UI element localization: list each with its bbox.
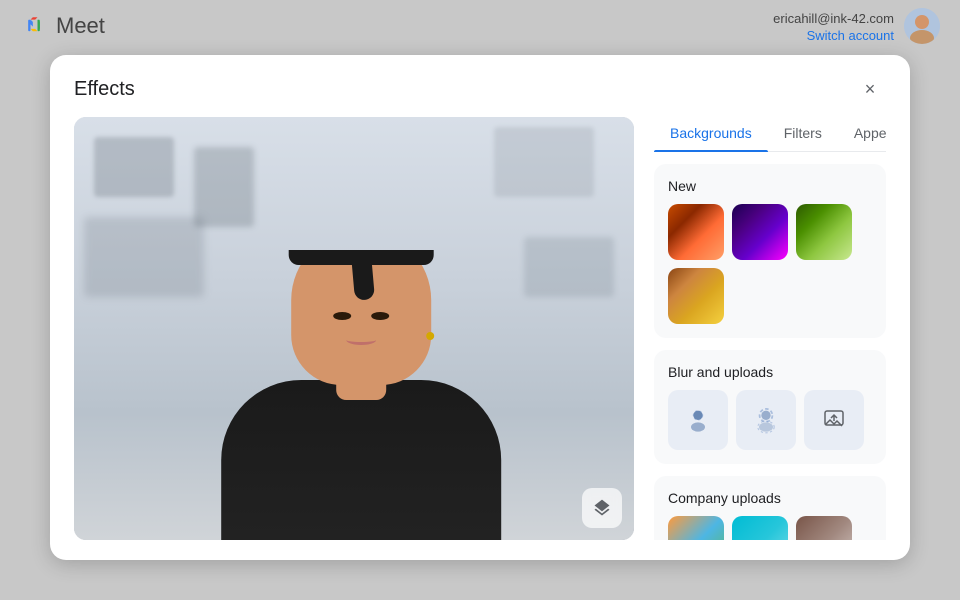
logo-area: Meet bbox=[20, 12, 105, 40]
close-button[interactable]: × bbox=[854, 73, 886, 105]
full-blur-button[interactable] bbox=[736, 390, 796, 450]
new-thumbnails bbox=[668, 204, 872, 324]
layers-icon bbox=[592, 498, 612, 518]
tab-filters[interactable]: Filters bbox=[768, 117, 838, 151]
person-in-preview bbox=[181, 250, 541, 540]
app-title: Meet bbox=[56, 13, 105, 39]
avatar-image bbox=[904, 8, 940, 44]
meet-logo-icon bbox=[20, 12, 48, 40]
tabs-bar: Backgrounds Filters Appearance bbox=[654, 117, 886, 152]
tab-backgrounds[interactable]: Backgrounds bbox=[654, 117, 768, 151]
account-area: ericahill@ink-42.com Switch account bbox=[773, 8, 940, 44]
new-bg-1[interactable] bbox=[668, 204, 724, 260]
company-bg-3[interactable] bbox=[796, 516, 852, 540]
avatar[interactable] bbox=[904, 8, 940, 44]
effects-modal: Effects × bbox=[50, 55, 910, 560]
modal-header: Effects × bbox=[50, 55, 910, 117]
upload-button[interactable] bbox=[804, 390, 864, 450]
new-section: New bbox=[654, 164, 886, 338]
modal-title: Effects bbox=[74, 78, 135, 101]
account-email: ericahill@ink-42.com bbox=[773, 11, 894, 26]
slight-blur-icon bbox=[684, 406, 712, 434]
switch-account-link[interactable]: Switch account bbox=[773, 28, 894, 43]
account-info: ericahill@ink-42.com Switch account bbox=[773, 10, 894, 43]
tab-appearance[interactable]: Appearance bbox=[838, 117, 886, 151]
full-blur-icon bbox=[752, 406, 780, 434]
new-bg-3[interactable] bbox=[796, 204, 852, 260]
company-bg-1[interactable] bbox=[668, 516, 724, 540]
company-bg-2[interactable] bbox=[732, 516, 788, 540]
upload-icon bbox=[822, 408, 846, 432]
new-bg-2[interactable] bbox=[732, 204, 788, 260]
panel-content: New Blur and uploads bbox=[654, 164, 886, 540]
modal-body: Backgrounds Filters Appearance New bbox=[50, 117, 910, 560]
video-preview bbox=[74, 117, 634, 540]
company-section: Company uploads bbox=[654, 476, 886, 540]
video-background bbox=[74, 117, 634, 540]
slight-blur-button[interactable] bbox=[668, 390, 728, 450]
blur-options bbox=[668, 390, 872, 450]
topbar: Meet ericahill@ink-42.com Switch account bbox=[0, 0, 960, 52]
company-thumbnails bbox=[668, 516, 872, 540]
new-bg-4[interactable] bbox=[668, 268, 724, 324]
right-panel: Backgrounds Filters Appearance New bbox=[654, 117, 886, 540]
company-section-title: Company uploads bbox=[668, 490, 872, 506]
new-section-title: New bbox=[668, 178, 872, 194]
blur-section-title: Blur and uploads bbox=[668, 364, 872, 380]
layers-button[interactable] bbox=[582, 488, 622, 528]
blur-section: Blur and uploads bbox=[654, 350, 886, 464]
